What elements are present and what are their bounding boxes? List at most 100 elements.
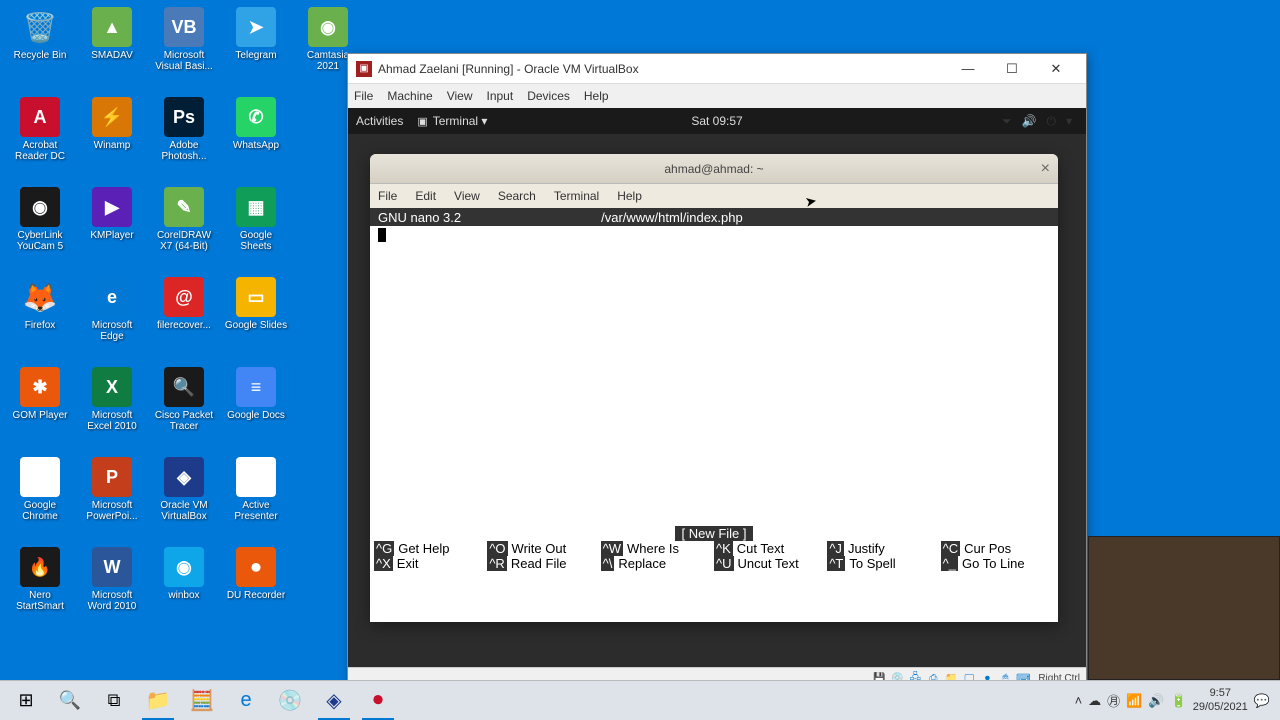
desktop-icon-word[interactable]: WMicrosoft Word 2010 (77, 545, 147, 633)
nano-version: GNU nano 3.2 (378, 210, 461, 225)
search-button[interactable]: 🔍 (48, 682, 92, 720)
volume-icon[interactable]: 🔊 (1022, 114, 1037, 128)
nano-cmd: ^KCut Text (714, 541, 827, 556)
term-menu-edit[interactable]: Edit (415, 189, 436, 203)
tray-lang-icon[interactable]: ㊊ (1107, 691, 1120, 710)
desktop-icon-chrome[interactable]: ●Google Chrome (5, 455, 75, 543)
virtualbox-titlebar[interactable]: ▣ Ahmad Zaelani [Running] - Oracle VM Vi… (348, 54, 1086, 84)
gnome-clock[interactable]: Sat 09:57 (691, 114, 742, 128)
explorer-taskbar-icon[interactable]: 📁 (136, 682, 180, 720)
icon-label: Cisco Packet Tracer (151, 410, 217, 432)
nano-cmd-label: Go To Line (962, 556, 1025, 571)
desktop-icon-winamp[interactable]: ⚡Winamp (77, 95, 147, 183)
desktop-icon-smadav[interactable]: ▲SMADAV (77, 5, 147, 93)
nano-status-line: [ New File ] (370, 526, 1058, 541)
term-menu-view[interactable]: View (454, 189, 480, 203)
term-menu-terminal[interactable]: Terminal (554, 189, 599, 203)
desktop-icon-excel[interactable]: XMicrosoft Excel 2010 (77, 365, 147, 453)
desktop-icon-sheets[interactable]: ▦Google Sheets (221, 185, 291, 273)
nano-cmd: ^UUncut Text (714, 556, 827, 571)
calc-taskbar-icon[interactable]: 🧮 (180, 682, 224, 720)
vm-display[interactable]: Activities Terminal ▾ Sat 09:57 ⏷ 🔊 ⏻ ▾ … (348, 108, 1086, 667)
start-button[interactable]: ⊞ (4, 682, 48, 720)
desktop-icon-kmplayer[interactable]: ▶KMPlayer (77, 185, 147, 273)
desktop-icon-photoshop[interactable]: PsAdobe Photosh... (149, 95, 219, 183)
activities-button[interactable]: Activities (356, 114, 403, 128)
desktop-icon-docs[interactable]: ≡Google Docs (221, 365, 291, 453)
desktop-icon-filerecovery[interactable]: @filerecover... (149, 275, 219, 363)
nano-editor-area[interactable] (370, 226, 1058, 526)
coreldraw-icon: ✎ (164, 187, 204, 227)
terminal-window: ahmad@ahmad: ~ × File Edit View Search Termi… (370, 154, 1058, 622)
desktop-icon-winbox[interactable]: ◉winbox (149, 545, 219, 633)
notifications-button[interactable]: 💬 (1254, 693, 1270, 709)
terminal-titlebar[interactable]: ahmad@ahmad: ~ × (370, 154, 1058, 184)
durecorder-icon: ⏺ (236, 547, 276, 587)
terminal-body[interactable]: GNU nano 3.2 /var/www/html/index.php [ N… (370, 208, 1058, 622)
term-menu-search[interactable]: Search (498, 189, 536, 203)
filerecovery-icon: @ (164, 277, 204, 317)
tray-wifi-icon[interactable]: 📶 (1126, 693, 1142, 709)
icon-label: Acrobat Reader DC (7, 140, 73, 162)
mouse-cursor: ➤ (804, 192, 819, 211)
vbox-menu-view[interactable]: View (447, 89, 473, 103)
recorder-taskbar-icon[interactable]: ⏺ (356, 682, 400, 720)
nano-cmd: ^CCur Pos (941, 541, 1054, 556)
desktop-icon-telegram[interactable]: ➤Telegram (221, 5, 291, 93)
dropdown-icon[interactable]: ▾ (1066, 114, 1072, 128)
app-menu-button[interactable]: Terminal ▾ (417, 114, 487, 128)
edge-taskbar-icon[interactable]: e (224, 682, 268, 720)
desktop-icon-acrobat[interactable]: AAcrobat Reader DC (5, 95, 75, 183)
nano-cmd-label: Uncut Text (738, 556, 799, 571)
desktop-icon-edge[interactable]: eMicrosoft Edge (77, 275, 147, 363)
desktop-icon-coreldraw[interactable]: ✎ CorelDRAW X7 (64-Bit) (149, 185, 219, 273)
terminal-close-button[interactable]: × (1041, 160, 1050, 178)
vbox-menu-devices[interactable]: Devices (527, 89, 570, 103)
chrome-icon: ● (20, 457, 60, 497)
power-icon[interactable]: ⏻ (1046, 114, 1056, 129)
icon-label: CorelDRAW X7 (64-Bit) (151, 230, 217, 252)
media-taskbar-icon[interactable]: 💿 (268, 682, 312, 720)
desktop-icon-packet-tracer[interactable]: 🔍Cisco Packet Tracer (149, 365, 219, 453)
tray-onedrive-icon[interactable]: ☁ (1088, 693, 1101, 709)
maximize-button[interactable]: ☐ (990, 55, 1034, 83)
virtualbox-taskbar-icon[interactable]: ◈ (312, 682, 356, 720)
vbox-menu-machine[interactable]: Machine (387, 89, 432, 103)
term-menu-help[interactable]: Help (617, 189, 642, 203)
nano-key: ^R (487, 556, 507, 571)
icon-label: Microsoft Edge (79, 320, 145, 342)
desktop-icon-firefox[interactable]: 🦊Firefox (5, 275, 75, 363)
icon-label: Recycle Bin (14, 50, 67, 61)
whatsapp-icon: ✆ (236, 97, 276, 137)
docs-icon: ≡ (236, 367, 276, 407)
desktop-icon-visual-basic[interactable]: VBMicrosoft Visual Basi... (149, 5, 219, 93)
nano-cmd-label: Get Help (398, 541, 449, 556)
gnome-tray[interactable]: ⏷ 🔊 ⏻ ▾ (1002, 114, 1078, 129)
desktop-icon-nero[interactable]: 🔥Nero StartSmart (5, 545, 75, 633)
icon-label: winbox (168, 590, 199, 601)
term-menu-file[interactable]: File (378, 189, 397, 203)
taskbar-clock[interactable]: 9:57 29/05/2021 (1193, 687, 1248, 713)
vbox-menu-help[interactable]: Help (584, 89, 609, 103)
virtualbox-title: Ahmad Zaelani [Running] - Oracle VM Virt… (378, 62, 946, 76)
vbox-menu-file[interactable]: File (354, 89, 373, 103)
desktop-icon-whatsapp[interactable]: ✆WhatsApp (221, 95, 291, 183)
desktop-icon-recycle-bin[interactable]: 🗑️Recycle Bin (5, 5, 75, 93)
desktop-icon-youcam[interactable]: ◉CyberLink YouCam 5 (5, 185, 75, 273)
tray-chevron-icon[interactable]: ˄ (1075, 693, 1083, 708)
minimize-button[interactable]: — (946, 55, 990, 83)
youcam-icon: ◉ (20, 187, 60, 227)
icon-label: DU Recorder (227, 590, 285, 601)
network-icon[interactable]: ⏷ (1002, 114, 1012, 129)
close-button[interactable]: ✕ (1034, 55, 1078, 83)
desktop-icon-activepresenter[interactable]: aActive Presenter (221, 455, 291, 543)
tray-battery-icon[interactable]: 🔋 (1171, 693, 1187, 709)
task-view-button[interactable]: ⧉ (92, 682, 136, 720)
tray-volume-icon[interactable]: 🔊 (1148, 693, 1164, 709)
desktop-icon-slides[interactable]: ▭Google Slides (221, 275, 291, 363)
vbox-menu-input[interactable]: Input (487, 89, 514, 103)
desktop-icon-powerpoint[interactable]: PMicrosoft PowerPoi... (77, 455, 147, 543)
desktop-icon-durecorder[interactable]: ⏺ DU Recorder (221, 545, 291, 633)
desktop-icon-gom[interactable]: ✱GOM Player (5, 365, 75, 453)
desktop-icon-virtualbox[interactable]: ◈Oracle VM VirtualBox (149, 455, 219, 543)
